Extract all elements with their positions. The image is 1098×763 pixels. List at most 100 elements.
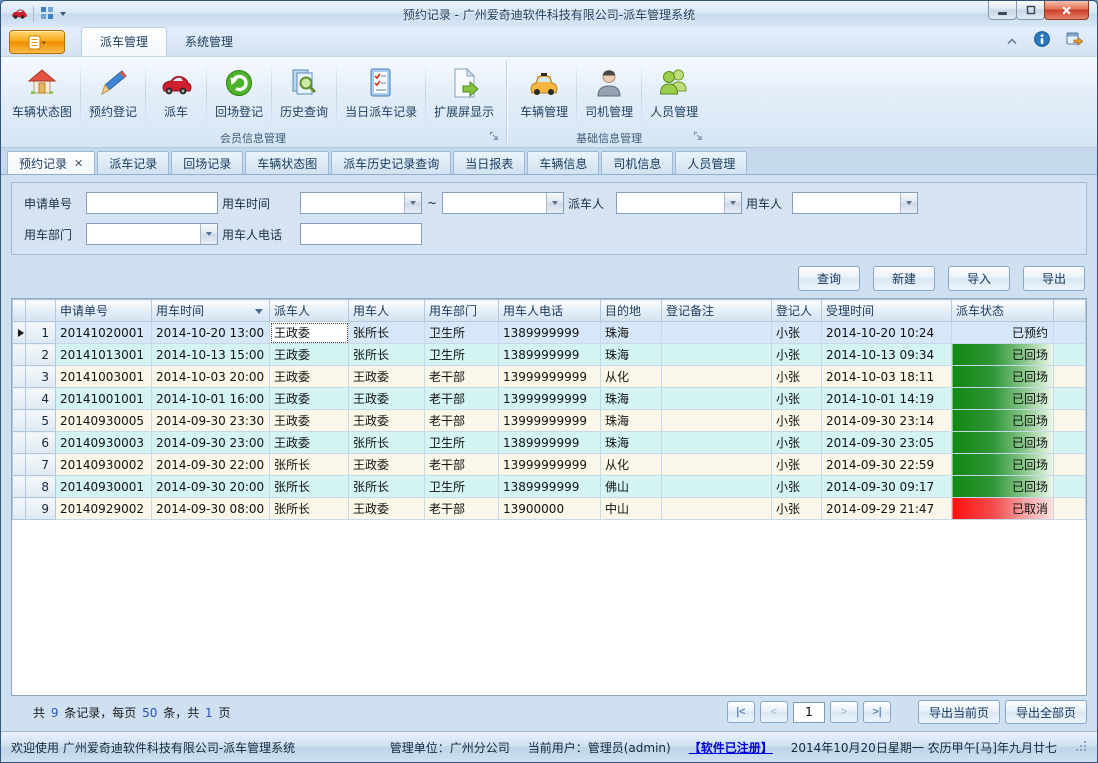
cell-accept_time[interactable]: 2014-09-30 23:05 [822, 432, 952, 454]
column-header-use_time[interactable]: 用车时间 [152, 300, 270, 322]
cell-department[interactable]: 老干部 [425, 410, 499, 432]
dropdown-button[interactable] [404, 193, 421, 213]
use-time-from-dropdown[interactable] [300, 192, 422, 214]
cell-destination[interactable]: 珠海 [601, 388, 662, 410]
cell-dispatcher[interactable]: 张所长 [270, 454, 349, 476]
cell-user_phone[interactable]: 13999999999 [499, 388, 601, 410]
cell-department[interactable]: 卫生所 [425, 344, 499, 366]
ribbon-button-dispatch[interactable]: 派车 [147, 60, 205, 129]
dispatcher-dropdown[interactable] [616, 192, 742, 214]
cell-apply_no[interactable]: 20141020001 [56, 322, 152, 344]
dropdown-button[interactable] [200, 224, 217, 244]
cell-user_phone[interactable]: 1389999999 [499, 322, 601, 344]
tab-personnel-mgmt[interactable]: 人员管理 [675, 151, 747, 174]
cell-remark[interactable] [662, 388, 772, 410]
column-header-user[interactable]: 用车人 [349, 300, 425, 322]
column-header-blank[interactable] [13, 300, 26, 322]
cell-registrant[interactable]: 小张 [772, 410, 822, 432]
cell-destination[interactable]: 珠海 [601, 410, 662, 432]
tab-reservation-records[interactable]: 预约记录 ✕ [7, 151, 95, 174]
cell-apply_no[interactable]: 20141001001 [56, 388, 152, 410]
cell-user_phone[interactable]: 13999999999 [499, 366, 601, 388]
cell-user_phone[interactable]: 13999999999 [499, 454, 601, 476]
table-row[interactable]: 8201409300012014-09-30 20:00张所长张所长卫生所138… [13, 476, 1086, 498]
cell-apply_no[interactable]: 20140929002 [56, 498, 152, 520]
about-icon[interactable] [1066, 31, 1083, 50]
cell-use_time[interactable]: 2014-09-30 23:00 [152, 432, 270, 454]
cell-apply_no[interactable]: 20140930003 [56, 432, 152, 454]
prev-page-button[interactable]: < [760, 701, 788, 723]
cell-status[interactable]: 已取消 [952, 498, 1054, 520]
cell-registrant[interactable]: 小张 [772, 476, 822, 498]
cell-num[interactable]: 7 [26, 454, 56, 476]
tab-history-query[interactable]: 派车历史记录查询 [331, 151, 451, 174]
chevron-down-icon[interactable] [60, 12, 66, 16]
export-all-pages-button[interactable]: 导出全部页 [1005, 700, 1087, 724]
tab-driver-info[interactable]: 司机信息 [601, 151, 673, 174]
tab-vehicle-info[interactable]: 车辆信息 [527, 151, 599, 174]
cell-use_time[interactable]: 2014-10-01 16:00 [152, 388, 270, 410]
apply-no-input[interactable] [86, 192, 218, 214]
cell-department[interactable]: 老干部 [425, 498, 499, 520]
first-page-button[interactable]: |< [727, 701, 755, 723]
application-menu-button[interactable] [9, 30, 65, 54]
cell-user_phone[interactable]: 1389999999 [499, 432, 601, 454]
cell-num[interactable]: 4 [26, 388, 56, 410]
cell-user[interactable]: 王政委 [349, 410, 425, 432]
cell-department[interactable]: 卫生所 [425, 432, 499, 454]
cell-remark[interactable] [662, 344, 772, 366]
maximize-button[interactable] [1016, 1, 1045, 20]
cell-accept_time[interactable]: 2014-09-30 23:14 [822, 410, 952, 432]
column-header-user_phone[interactable]: 用车人电话 [499, 300, 601, 322]
cell-status[interactable]: 已回场 [952, 388, 1054, 410]
create-button[interactable]: 新建 [873, 266, 935, 291]
cell-status[interactable]: 已回场 [952, 410, 1054, 432]
cell-use_time[interactable]: 2014-10-20 13:00 [152, 322, 270, 344]
column-header-department[interactable]: 用车部门 [425, 300, 499, 322]
ribbon-button-vehicle-mgmt[interactable]: 车辆管理 [513, 60, 575, 129]
cell-user_phone[interactable]: 13999999999 [499, 410, 601, 432]
last-page-button[interactable]: >| [863, 701, 891, 723]
cell-user_phone[interactable]: 1389999999 [499, 476, 601, 498]
table-row[interactable]: 9201409290022014-09-30 08:00张所长王政委老干部139… [13, 498, 1086, 520]
ribbon-tab-system[interactable]: 系统管理 [167, 28, 251, 56]
next-page-button[interactable]: > [830, 701, 858, 723]
cell-num[interactable]: 6 [26, 432, 56, 454]
cell-num[interactable]: 2 [26, 344, 56, 366]
tab-vehicle-status[interactable]: 车辆状态图 [245, 151, 329, 174]
cell-user_phone[interactable]: 1389999999 [499, 344, 601, 366]
info-icon[interactable] [1034, 31, 1050, 50]
cell-remark[interactable] [662, 410, 772, 432]
cell-accept_time[interactable]: 2014-09-30 22:59 [822, 454, 952, 476]
minimize-button[interactable] [988, 1, 1017, 20]
dropdown-button[interactable] [546, 193, 563, 213]
cell-num[interactable]: 9 [26, 498, 56, 520]
cell-apply_no[interactable]: 20140930005 [56, 410, 152, 432]
dropdown-button[interactable] [724, 193, 741, 213]
cell-registrant[interactable]: 小张 [772, 388, 822, 410]
cell-destination[interactable]: 珠海 [601, 322, 662, 344]
user-dropdown[interactable] [792, 192, 918, 214]
cell-user[interactable]: 张所长 [349, 344, 425, 366]
cell-indicator[interactable] [13, 432, 26, 454]
ribbon-button-vehicle-status[interactable]: 车辆状态图 [5, 60, 79, 129]
cell-user[interactable]: 张所长 [349, 322, 425, 344]
export-current-page-button[interactable]: 导出当前页 [918, 700, 1000, 724]
table-row[interactable]: 1201410200012014-10-20 13:00王政委张所长卫生所138… [13, 322, 1086, 344]
column-header-status[interactable]: 派车状态 [952, 300, 1054, 322]
dropdown-button[interactable] [900, 193, 917, 213]
cell-dispatcher[interactable]: 张所长 [270, 476, 349, 498]
cell-registrant[interactable]: 小张 [772, 432, 822, 454]
cell-apply_no[interactable]: 20141013001 [56, 344, 152, 366]
column-header-registrant[interactable]: 登记人 [772, 300, 822, 322]
cell-use_time[interactable]: 2014-09-30 08:00 [152, 498, 270, 520]
user-phone-input[interactable] [300, 223, 422, 245]
cell-indicator[interactable] [13, 322, 26, 344]
cell-remark[interactable] [662, 476, 772, 498]
close-tab-icon[interactable]: ✕ [74, 158, 83, 169]
cell-num[interactable]: 5 [26, 410, 56, 432]
resize-grip-icon[interactable] [1075, 740, 1087, 755]
ribbon-tab-dispatch[interactable]: 派车管理 [81, 27, 167, 56]
cell-user[interactable]: 王政委 [349, 388, 425, 410]
cell-use_time[interactable]: 2014-10-13 15:00 [152, 344, 270, 366]
